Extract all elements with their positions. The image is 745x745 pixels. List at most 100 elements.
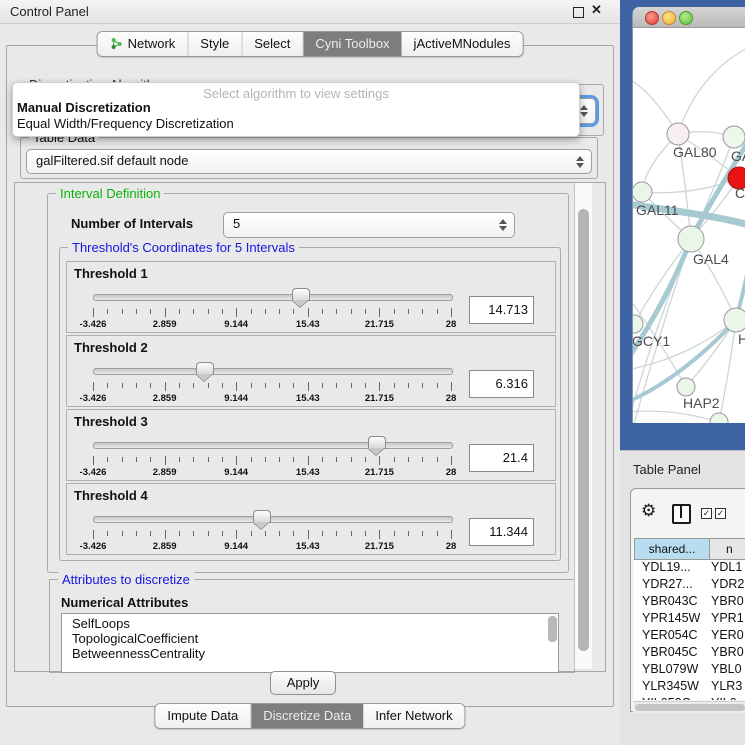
slider-track[interactable] <box>93 368 453 375</box>
ruler-tick <box>222 309 223 314</box>
table-row[interactable]: YBR043CYBR0 <box>634 594 745 611</box>
tab-style[interactable]: Style <box>188 32 242 56</box>
tab-impute-data[interactable]: Impute Data <box>155 704 251 728</box>
tab-discretize-data[interactable]: Discretize Data <box>251 704 363 728</box>
table-cell: YDR2 <box>703 577 745 594</box>
table-row[interactable]: YDR27...YDR2 <box>634 577 745 594</box>
ruler-tick <box>222 531 223 536</box>
column-header-shared-name[interactable]: shared... <box>634 538 710 560</box>
ruler-tick <box>251 531 252 536</box>
threshold-panel: Threshold 3-3.4262.8599.14415.4321.71528… <box>66 409 556 481</box>
table-header-row: shared... n <box>634 538 745 560</box>
numerical-attributes-list[interactable]: SelfLoopsTopologicalCoefficientBetweenne… <box>61 613 559 673</box>
close-traffic-light-icon[interactable] <box>645 11 659 25</box>
tab-jactivemnodules[interactable]: jActiveMNodules <box>402 32 523 56</box>
list-scrollbar-thumb[interactable] <box>548 616 557 642</box>
list-item[interactable]: BetweennessCentrality <box>62 646 558 661</box>
tick-label: 21.715 <box>365 467 394 478</box>
ruler-tick <box>193 531 194 536</box>
vertical-scrollbar[interactable] <box>574 183 592 669</box>
network-node[interactable] <box>710 413 728 423</box>
ruler-tick <box>408 309 409 314</box>
ruler-tick <box>122 457 123 462</box>
close-icon[interactable]: ✕ <box>591 2 602 18</box>
threshold-value-field[interactable]: 6.316 <box>469 370 534 398</box>
combo-stepper-icon <box>499 219 507 231</box>
zoom-traffic-light-icon[interactable] <box>679 11 693 25</box>
table-row[interactable]: YPR145WYPR1 <box>634 611 745 628</box>
horizontal-scrollbar-thumb[interactable] <box>635 704 745 711</box>
horizontal-scrollbar[interactable] <box>633 701 745 713</box>
slider-thumb[interactable] <box>253 510 271 523</box>
ruler-tick <box>236 456 237 465</box>
network-node[interactable] <box>678 226 704 252</box>
table-row[interactable]: YLR345WYLR3 <box>634 679 745 696</box>
ruler-tick <box>451 456 452 465</box>
tick-label: -3.426 <box>80 319 107 330</box>
threshold-panel: Threshold 2-3.4262.8599.14415.4321.71528… <box>66 335 556 407</box>
table-row[interactable]: YBL079WYBL0 <box>634 662 745 679</box>
ruler-tick <box>251 309 252 314</box>
minimize-traffic-light-icon[interactable] <box>662 11 676 25</box>
gear-icon[interactable]: ⚙ <box>641 501 656 521</box>
ruler-tick <box>150 457 151 462</box>
screen: Control Panel ✕ Network Style Select Cyn… <box>0 0 745 745</box>
combo-value: galFiltered.sif default node <box>36 153 188 168</box>
ruler-tick <box>165 382 166 391</box>
network-node[interactable] <box>633 182 652 202</box>
table-cell: YPR1 <box>703 611 745 628</box>
ruler-tick <box>351 383 352 388</box>
node-label: HAP2 <box>683 395 720 411</box>
slider-thumb[interactable] <box>196 362 214 375</box>
network-node[interactable] <box>667 123 689 145</box>
number-of-intervals-combobox[interactable]: 5 <box>223 212 515 238</box>
tab-infer-network[interactable]: Infer Network <box>363 704 464 728</box>
apply-button[interactable]: Apply <box>270 671 336 695</box>
threshold-value-field[interactable]: 11.344 <box>469 518 534 546</box>
ruler-tick <box>122 531 123 536</box>
table-row[interactable]: YIL052CYIL0 <box>634 696 745 700</box>
tick-label: 9.144 <box>224 393 248 404</box>
slider-thumb[interactable] <box>368 436 386 449</box>
float-window-icon[interactable] <box>573 7 584 18</box>
tab-cyni-toolbox[interactable]: Cyni Toolbox <box>303 32 401 56</box>
network-window: GAL80GACGAL11GAL4GCY1HHAP2 <box>632 7 745 423</box>
tick-label: -3.426 <box>80 541 107 552</box>
ruler-tick <box>222 383 223 388</box>
ruler-tick <box>208 457 209 462</box>
table-row[interactable]: YDL19...YDL1 <box>634 560 745 577</box>
ruler-tick <box>193 457 194 462</box>
network-node[interactable] <box>724 308 745 332</box>
combo-stepper-icon <box>580 105 588 117</box>
combo-stepper-icon <box>576 156 584 168</box>
vertical-scrollbar-thumb[interactable] <box>578 209 589 651</box>
slider-track[interactable] <box>93 294 453 301</box>
slider-track[interactable] <box>93 442 453 449</box>
tick-label: 2.859 <box>153 393 177 404</box>
table-data-combobox[interactable]: galFiltered.sif default node <box>26 149 592 174</box>
tab-network[interactable]: Network <box>98 32 189 56</box>
ruler-tick <box>265 309 266 314</box>
network-node[interactable] <box>677 378 695 396</box>
network-edge <box>678 46 745 134</box>
table-row[interactable]: YER054CYER0 <box>634 628 745 645</box>
threshold-value-field[interactable]: 21.4 <box>469 444 534 472</box>
threshold-value-field[interactable]: 14.713 <box>469 296 534 324</box>
network-canvas[interactable]: GAL80GACGAL11GAL4GCY1HHAP2 <box>633 28 745 423</box>
popup-item-manual-discretization[interactable]: Manual Discretization <box>17 100 151 115</box>
slider-thumb[interactable] <box>292 288 310 301</box>
popup-item-equal-width-frequency[interactable]: Equal Width/Frequency Discretization <box>17 116 234 131</box>
tab-select[interactable]: Select <box>242 32 303 56</box>
table-cell: YDR27... <box>634 577 703 594</box>
network-node[interactable] <box>633 315 643 333</box>
checkbox-icon[interactable]: ✓ <box>701 508 712 519</box>
checkbox-icon[interactable]: ✓ <box>715 508 726 519</box>
list-item[interactable]: SelfLoops <box>62 616 558 631</box>
table-row[interactable]: YBR045CYBR0 <box>634 645 745 662</box>
network-node[interactable] <box>723 126 745 148</box>
list-item[interactable]: TopologicalCoefficient <box>62 631 558 646</box>
column-header-name[interactable]: n <box>710 538 745 560</box>
column-layout-icon[interactable] <box>672 504 691 524</box>
slider-track[interactable] <box>93 516 453 523</box>
control-panel: Control Panel ✕ Network Style Select Cyn… <box>0 0 621 745</box>
